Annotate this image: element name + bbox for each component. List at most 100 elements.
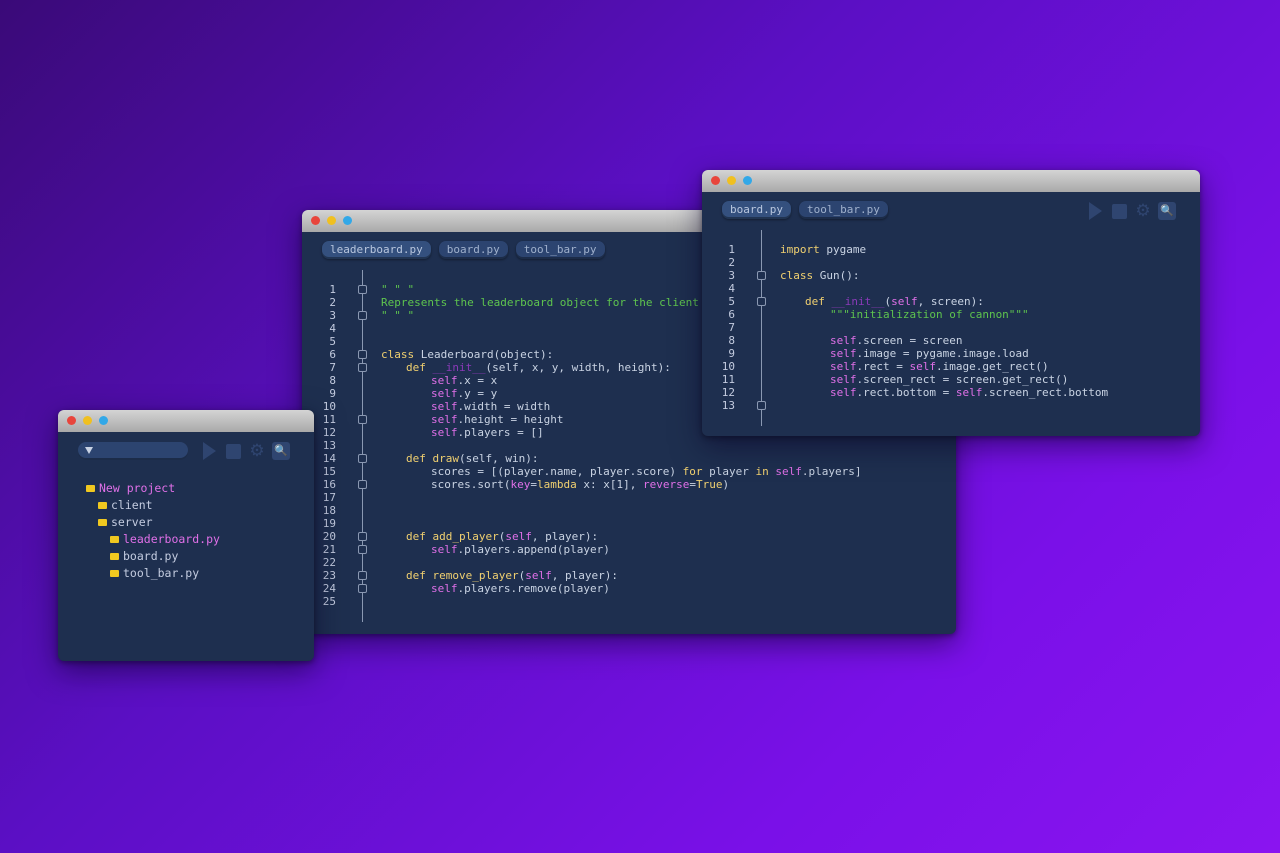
code-line: 19 <box>302 517 956 530</box>
code-token: .y = y <box>457 387 498 400</box>
fold-toggle-icon[interactable] <box>358 311 367 320</box>
code-token: Represents the leaderboard object for th… <box>381 296 699 309</box>
fold-toggle-icon[interactable] <box>358 584 367 593</box>
play-icon[interactable] <box>200 442 218 460</box>
fold-toggle-icon[interactable] <box>757 271 766 280</box>
code-line: 21 self.players.append(player) <box>302 543 956 556</box>
tree-item[interactable]: tool_bar.py <box>110 565 199 581</box>
line-number: 13 <box>322 439 336 452</box>
code-line: 9 self.image = pygame.image.load <box>702 347 1200 360</box>
code-text: self.y = y <box>431 387 497 400</box>
gear-icon[interactable]: ⚙ <box>248 442 266 460</box>
code-line: 11 self.screen_rect = screen.get_rect() <box>702 373 1200 386</box>
code-text: scores = [(player.name, player.score) fo… <box>431 465 862 478</box>
code-text: " " " <box>381 283 414 296</box>
line-number: 20 <box>322 530 336 543</box>
minimize-button[interactable] <box>727 176 736 185</box>
code-text: " " " <box>381 309 414 322</box>
code-text: def __init__(self, screen): <box>805 295 984 308</box>
tab-bar: leaderboard.py board.py tool_bar.py <box>322 241 605 259</box>
tab-tool-bar-py[interactable]: tool_bar.py <box>798 201 888 219</box>
code-text: self.image = pygame.image.load <box>830 347 1029 360</box>
tab-leaderboard-py[interactable]: leaderboard.py <box>322 241 431 259</box>
code-token: .rect = <box>856 360 910 373</box>
code-text: self.rect.bottom = self.screen_rect.bott… <box>830 386 1108 399</box>
tree-item[interactable]: leaderboard.py <box>110 531 220 547</box>
code-token: reverse <box>642 478 690 491</box>
maximize-button[interactable] <box>343 216 352 225</box>
fold-toggle-icon[interactable] <box>358 350 367 359</box>
code-text: def draw(self, win): <box>406 452 538 465</box>
tab-board-py[interactable]: board.py <box>722 201 791 219</box>
chevron-down-icon <box>85 447 93 454</box>
line-number: 11 <box>322 413 336 426</box>
code-text: self.players.remove(player) <box>431 582 610 595</box>
code-token: .image = pygame.image.load <box>856 347 1029 360</box>
tree-item[interactable]: board.py <box>110 548 178 564</box>
code-token: (self, win): <box>459 452 539 465</box>
code-line: 3 class Gun(): <box>702 269 1200 282</box>
fold-toggle-icon[interactable] <box>757 401 766 410</box>
code-token: scores.sort( <box>431 478 511 491</box>
line-number: 3 <box>329 309 336 322</box>
title-bar[interactable] <box>58 410 314 432</box>
folder-icon <box>110 570 119 577</box>
code-token: .screen = screen <box>856 334 963 347</box>
search-icon[interactable]: 🔍 <box>272 442 290 460</box>
fold-toggle-icon[interactable] <box>358 363 367 372</box>
fold-toggle-icon[interactable] <box>358 454 367 463</box>
tab-tool-bar-py[interactable]: tool_bar.py <box>515 241 605 259</box>
line-number: 15 <box>322 465 336 478</box>
close-button[interactable] <box>711 176 720 185</box>
tree-item[interactable]: client <box>98 497 153 513</box>
code-token: self <box>909 360 936 373</box>
code-token: " " " <box>381 309 415 322</box>
code-token: .x = x <box>457 374 498 387</box>
folder-icon <box>98 519 107 526</box>
search-icon[interactable]: 🔍 <box>1158 202 1176 220</box>
fold-toggle-icon[interactable] <box>358 480 367 489</box>
code-token: .image.get_rect() <box>935 360 1049 373</box>
code-token: self <box>830 334 857 347</box>
line-number: 5 <box>728 295 735 308</box>
code-line: 16 scores.sort(key=lambda x: x[1], revers… <box>302 478 956 491</box>
tree-item[interactable]: server <box>98 514 153 530</box>
line-number: 10 <box>721 360 735 373</box>
maximize-button[interactable] <box>743 176 752 185</box>
stop-icon[interactable] <box>1110 202 1128 220</box>
fold-toggle-icon[interactable] <box>358 415 367 424</box>
code-token: .screen_rect.bottom <box>982 386 1109 399</box>
code-token: pygame <box>819 243 867 256</box>
fold-toggle-icon[interactable] <box>358 285 367 294</box>
toolbar: ⚙ 🔍 <box>200 442 290 460</box>
fold-toggle-icon[interactable] <box>358 571 367 580</box>
toolbar: ⚙ 🔍 <box>1086 202 1176 220</box>
close-button[interactable] <box>311 216 320 225</box>
code-area[interactable]: 1 import pygame 2 3 class Gun(): 4 5 def __init… <box>702 243 1200 423</box>
line-number: 16 <box>322 478 336 491</box>
folder-icon <box>110 536 119 543</box>
play-icon[interactable] <box>1086 202 1104 220</box>
line-number: 9 <box>329 387 336 400</box>
minimize-button[interactable] <box>83 416 92 425</box>
project-dropdown[interactable] <box>78 442 188 460</box>
maximize-button[interactable] <box>99 416 108 425</box>
line-number: 5 <box>329 335 336 348</box>
code-text: class Gun(): <box>780 269 859 282</box>
code-token: def <box>406 452 426 465</box>
fold-toggle-icon[interactable] <box>358 545 367 554</box>
tab-board-py[interactable]: board.py <box>438 241 508 259</box>
fold-toggle-icon[interactable] <box>757 297 766 306</box>
line-number: 18 <box>322 504 336 517</box>
minimize-button[interactable] <box>327 216 336 225</box>
title-bar[interactable] <box>702 170 1200 192</box>
code-token: __init__ <box>425 361 486 374</box>
tree-item[interactable]: New project <box>86 480 175 496</box>
code-token: , screen): <box>917 295 984 308</box>
tree-item-label: server <box>111 515 153 529</box>
stop-icon[interactable] <box>224 442 242 460</box>
close-button[interactable] <box>67 416 76 425</box>
gear-icon[interactable]: ⚙ <box>1134 202 1152 220</box>
fold-toggle-icon[interactable] <box>358 532 367 541</box>
code-token: draw <box>425 452 459 465</box>
